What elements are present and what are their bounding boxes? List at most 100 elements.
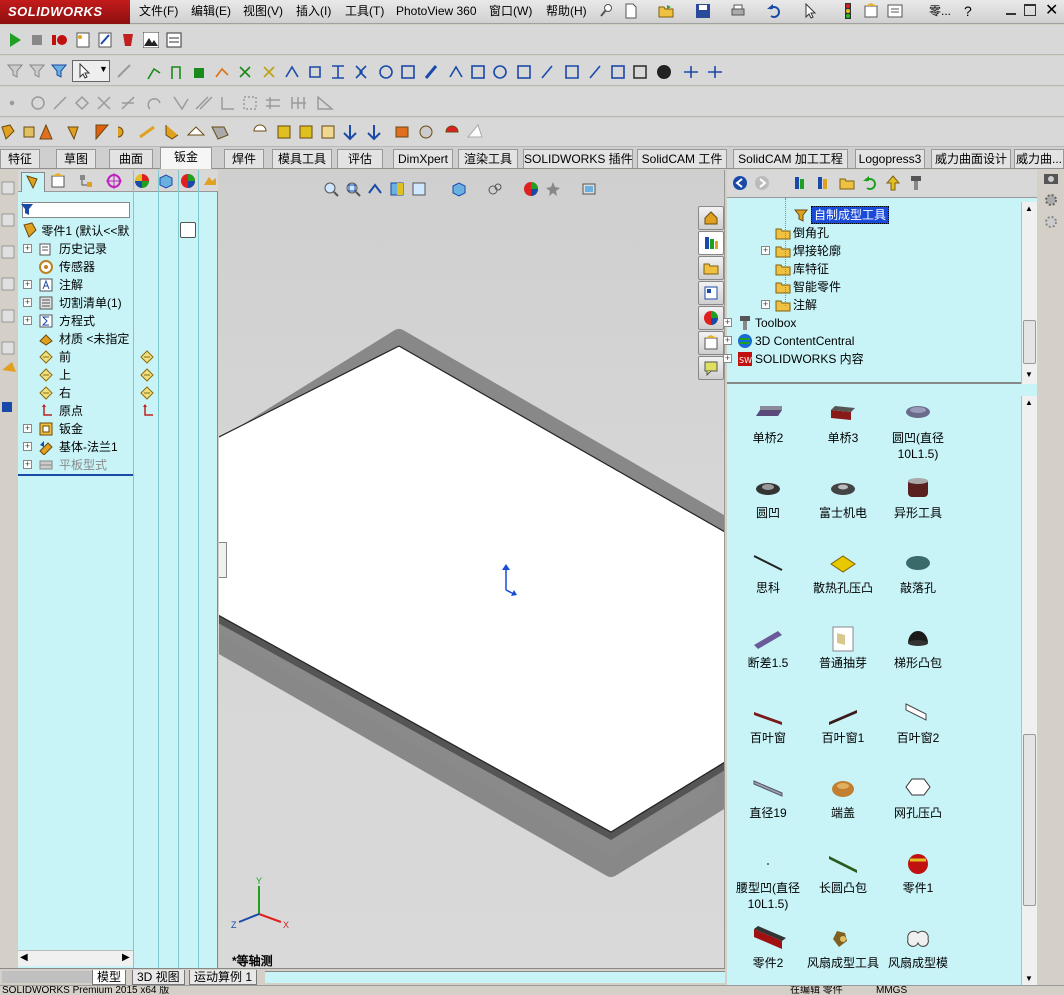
sheet-metal-tools-group[interactable] — [0, 123, 490, 141]
tree-item[interactable]: + 钣金 — [18, 420, 158, 438]
library-tree-scrollbar[interactable]: ▲ ▼ — [1021, 202, 1037, 384]
tab-model[interactable]: 模型 — [92, 970, 127, 985]
select-dropdown[interactable]: ▼ — [72, 60, 110, 82]
library-item[interactable]: 端盖 — [805, 771, 881, 846]
solidworks-resources-tab[interactable] — [698, 206, 724, 230]
display-style-icon[interactable] — [487, 181, 503, 197]
filter-faces-icon[interactable] — [51, 63, 67, 79]
library-item[interactable]: 长圆凸包 — [805, 846, 881, 921]
tab-power-surfacing-2[interactable]: 威力曲... — [1014, 149, 1064, 168]
library-item[interactable]: 普通抽芽 — [805, 621, 881, 696]
library-item[interactable]: 富士机电 — [805, 471, 881, 546]
visibility-icon[interactable] — [139, 403, 155, 419]
library-tree-item[interactable]: 智能零件 — [727, 278, 1017, 296]
library-items-scrollbar[interactable]: ▲ ▼ — [1021, 396, 1037, 985]
pin-icon[interactable] — [598, 3, 614, 19]
rollback-bar[interactable] — [18, 474, 133, 476]
configuration-manager-tab[interactable] — [78, 173, 94, 189]
expand-toggle[interactable]: + — [23, 460, 32, 469]
library-item[interactable]: 网孔压凸 — [880, 771, 956, 846]
library-item[interactable]: 断差1.5 — [730, 621, 806, 696]
tree-item[interactable]: 传感器 — [18, 258, 158, 276]
view-palette-tab[interactable] — [698, 281, 724, 305]
forward-icon[interactable] — [754, 175, 770, 191]
library-item[interactable]: 梯形凸包 — [880, 621, 956, 696]
settings-gear-icon[interactable] — [1043, 192, 1059, 208]
mountain-icon[interactable] — [143, 32, 159, 48]
appearances-tab[interactable] — [698, 306, 724, 330]
file-properties-icon[interactable] — [863, 3, 879, 19]
options-icon[interactable] — [887, 3, 903, 19]
tab-motion-study[interactable]: 运动算例 1 — [189, 970, 258, 985]
file-explorer-tab[interactable] — [698, 256, 724, 280]
sketch-tools-group[interactable] — [8, 94, 348, 112]
library-item[interactable]: 圆凹 — [730, 471, 806, 546]
library-item[interactable]: 直径19 — [730, 771, 806, 846]
menu-edit[interactable]: 编辑(E) — [191, 0, 231, 24]
custom-properties-tab[interactable] — [698, 331, 724, 355]
library-item[interactable]: 百叶窗1 — [805, 696, 881, 771]
edit-macro-icon[interactable] — [97, 32, 113, 48]
library-tree-item[interactable]: + 注解 — [727, 296, 1017, 314]
display-manager-tab[interactable] — [134, 173, 150, 189]
solidworks-forum-tab[interactable] — [698, 356, 724, 380]
tree-item[interactable]: + 平板型式 — [18, 456, 158, 474]
tree-item[interactable]: + 基体-法兰1 — [18, 438, 158, 456]
tab-mold-tools[interactable]: 模具工具 — [272, 149, 332, 168]
run-macro-icon[interactable] — [7, 32, 23, 48]
expand-toggle[interactable]: + — [723, 354, 732, 363]
tab-solidcam-stock[interactable]: SolidCAM 工件 — [637, 149, 727, 168]
menu-view[interactable]: 视图(V) — [243, 0, 283, 24]
rebuild-icon[interactable] — [840, 3, 856, 19]
help-icon[interactable]: ? — [964, 0, 972, 24]
expand-toggle[interactable]: + — [23, 316, 32, 325]
library-tree-item[interactable]: 自制成型工具 — [727, 206, 1017, 224]
expand-toggle[interactable]: + — [23, 442, 32, 451]
tree-item[interactable]: + 注解 — [18, 276, 158, 294]
custom-tab-icon[interactable] — [202, 173, 218, 189]
view-orientation-icon[interactable] — [451, 181, 467, 197]
library-tree-item[interactable]: + SW SOLIDWORKS 内容 — [723, 350, 1017, 368]
library-item[interactable]: 思科 — [730, 546, 806, 621]
library-tree-item[interactable]: 倒角孔 — [727, 224, 1017, 242]
tab-evaluate[interactable]: 评估 — [337, 149, 383, 168]
library-item[interactable]: 零件2 — [730, 921, 806, 995]
panel-collapse-handle[interactable] — [219, 542, 227, 578]
expand-toggle[interactable]: + — [23, 280, 32, 289]
search-hint[interactable]: 零... — [929, 0, 951, 24]
tab-scroll-area[interactable] — [2, 971, 92, 983]
library-tree-item[interactable]: + Toolbox — [723, 314, 1017, 332]
expand-toggle[interactable]: + — [761, 246, 770, 255]
property-manager-tab[interactable] — [50, 173, 66, 189]
menu-help[interactable]: 帮助(H) — [546, 0, 587, 24]
expand-toggle[interactable]: + — [723, 318, 732, 327]
record-macro-icon[interactable] — [51, 32, 67, 48]
tree-filter-input[interactable] — [21, 202, 130, 218]
select-cursor-icon[interactable] — [802, 3, 818, 19]
refresh-icon[interactable] — [862, 175, 878, 191]
expand-toggle[interactable]: + — [761, 300, 770, 309]
tree-item[interactable]: 右 — [18, 384, 158, 402]
model-view[interactable] — [219, 170, 725, 970]
tab-power-surfacing[interactable]: 威力曲面设计 — [931, 149, 1011, 168]
tree-item[interactable]: + 切割清单(1) — [18, 294, 158, 312]
view-settings-icon[interactable] — [581, 181, 597, 197]
menu-photoview[interactable]: PhotoView 360 — [396, 0, 477, 24]
new-macro-icon[interactable] — [75, 32, 91, 48]
customize-icon[interactable] — [166, 32, 182, 48]
tree-item[interactable]: 上 — [18, 366, 158, 384]
new-file-icon[interactable] — [623, 3, 639, 19]
menu-insert[interactable]: 插入(I) — [296, 0, 331, 24]
library-tree-item[interactable]: 库特征 — [727, 260, 1017, 278]
tree-item[interactable]: 材质 <未指定 — [18, 330, 158, 348]
tree-item[interactable]: 前 — [18, 348, 158, 366]
library-tree-item[interactable]: +3D ContentCentral — [723, 332, 1017, 350]
minimize-button[interactable] — [1004, 3, 1018, 17]
toolbox-icon[interactable] — [908, 175, 924, 191]
zoom-area-icon[interactable] — [345, 181, 361, 197]
design-library-tab[interactable] — [698, 231, 724, 255]
print-icon[interactable] — [730, 3, 746, 19]
display-pane-toggle[interactable] — [180, 222, 196, 238]
visibility-icon[interactable] — [139, 349, 155, 365]
open-folder-icon[interactable] — [658, 3, 674, 19]
